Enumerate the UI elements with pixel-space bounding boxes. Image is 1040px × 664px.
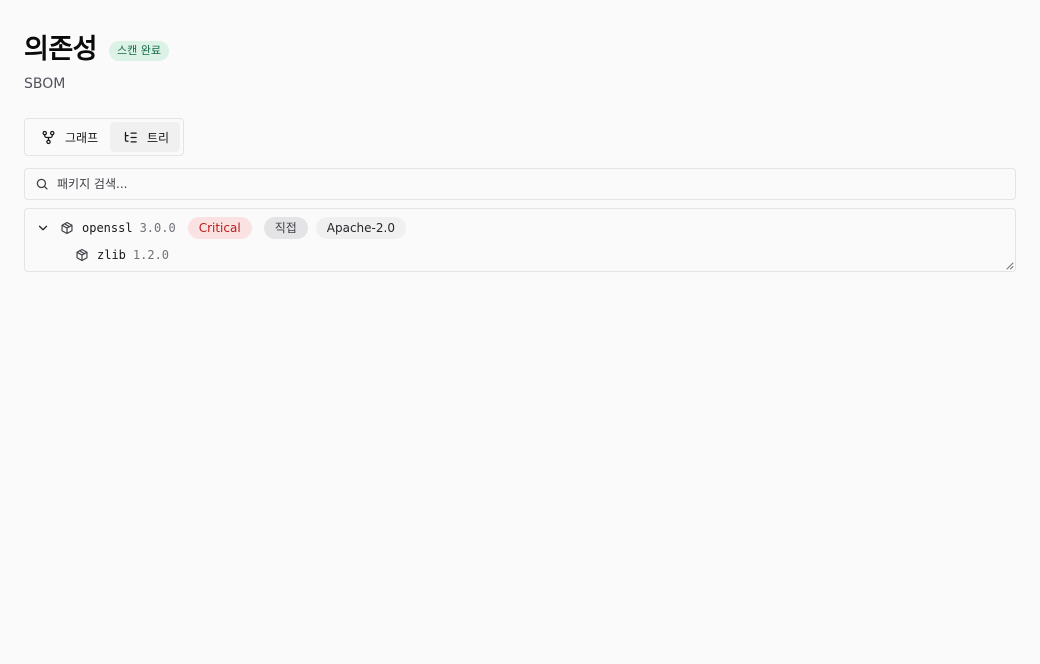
tree-view-button[interactable]: 트리 (110, 122, 180, 152)
severity-badge: Critical (187, 217, 252, 239)
tree-node-root[interactable]: openssl 3.0.0 Critical 직접 Apache-2.0 (36, 216, 406, 240)
package-version: 3.0.0 (139, 221, 176, 235)
page-subtitle: SBOM (24, 76, 66, 92)
search-icon (36, 178, 48, 190)
package-icon (76, 248, 88, 262)
graph-view-label: 그래프 (65, 130, 99, 145)
license-badge: Apache-2.0 (315, 217, 406, 239)
package-search-input[interactable] (57, 170, 957, 198)
list-tree-icon (124, 131, 137, 142)
tree-node-child[interactable]: zlib 1.2.0 (75, 243, 169, 267)
view-toggle: 그래프 트리 (24, 118, 184, 156)
search-box (24, 168, 1016, 200)
package-version: 1.2.0 (132, 248, 170, 262)
resize-handle-icon[interactable] (1004, 260, 1014, 270)
status-badge: 스캔 완료 (109, 41, 170, 61)
package-icon (61, 221, 73, 235)
tree-view-label: 트리 (147, 130, 170, 145)
title-row: 의존성 스캔 완료 (24, 30, 170, 70)
chevron-down-icon[interactable] (36, 221, 50, 235)
relation-badge: 직접 (263, 217, 308, 239)
graph-view-button[interactable]: 그래프 (29, 122, 109, 152)
package-name: openssl (82, 221, 133, 235)
package-name: zlib (97, 248, 126, 262)
page-title: 의존성 (24, 34, 98, 65)
git-fork-icon (42, 130, 55, 144)
dependency-tree: openssl 3.0.0 Critical 직접 Apache-2.0 zli… (24, 208, 1016, 272)
